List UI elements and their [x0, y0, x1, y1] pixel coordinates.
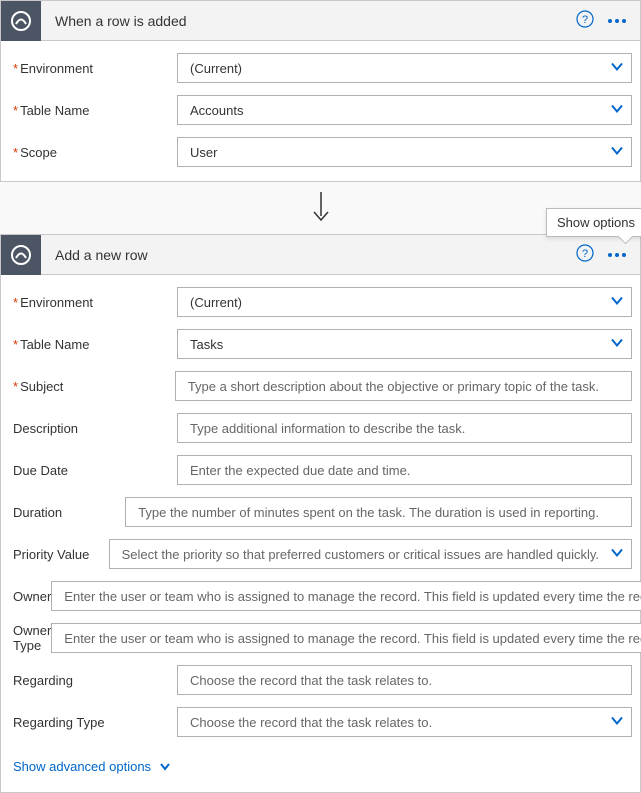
field-label: Table Name — [9, 103, 177, 118]
card-header[interactable]: When a row is added ? — [1, 1, 640, 41]
card-body: Environment (Current) Table Name Tasks S… — [1, 275, 640, 792]
environment-select[interactable]: (Current) — [177, 287, 632, 317]
field-label: Regarding Type — [9, 715, 177, 730]
input-placeholder: Choose the record that the task relates … — [177, 707, 632, 737]
table-name-select[interactable]: Tasks — [177, 329, 632, 359]
field-subject: Subject Type a short description about t… — [9, 371, 632, 401]
card-actions: ? — [562, 10, 640, 31]
help-icon[interactable]: ? — [576, 244, 594, 265]
select-value: User — [177, 137, 632, 167]
field-label: Subject — [9, 379, 175, 394]
field-scope: Scope User — [9, 137, 632, 167]
owner-input[interactable]: Enter the user or team who is assigned t… — [51, 581, 641, 611]
field-label: Table Name — [9, 337, 177, 352]
scope-select[interactable]: User — [177, 137, 632, 167]
table-name-select[interactable]: Accounts — [177, 95, 632, 125]
priority-select[interactable]: Select the priority so that preferred cu… — [109, 539, 632, 569]
owner-type-select[interactable]: Enter the user or team who is assigned t… — [51, 623, 641, 653]
subject-input[interactable]: Type a short description about the objec… — [175, 371, 632, 401]
field-regarding-type: Regarding Type Choose the record that th… — [9, 707, 632, 737]
tooltip-show-options: Show options — [546, 208, 641, 237]
field-environment: Environment (Current) — [9, 287, 632, 317]
input-placeholder: Type additional information to describe … — [177, 413, 632, 443]
flow-arrow — [0, 182, 641, 234]
field-owner: Owner Enter the user or team who is assi… — [9, 581, 632, 611]
field-label: Owner Type — [9, 623, 51, 653]
select-value: (Current) — [177, 287, 632, 317]
field-label: Environment — [9, 61, 177, 76]
regarding-type-select[interactable]: Choose the record that the task relates … — [177, 707, 632, 737]
link-label: Show advanced options — [13, 759, 151, 774]
card-header[interactable]: Add a new row ? Show options — [1, 235, 640, 275]
input-placeholder: Enter the user or team who is assigned t… — [51, 623, 641, 653]
input-placeholder: Enter the user or team who is assigned t… — [51, 581, 641, 611]
field-label: Environment — [9, 295, 177, 310]
field-label: Priority Value — [9, 547, 109, 562]
field-label: Due Date — [9, 463, 177, 478]
field-environment: Environment (Current) — [9, 53, 632, 83]
duration-input[interactable]: Type the number of minutes spent on the … — [125, 497, 632, 527]
trigger-card: When a row is added ? Environment (Curre… — [0, 0, 641, 182]
field-table-name: Table Name Accounts — [9, 95, 632, 125]
svg-text:?: ? — [582, 14, 588, 26]
card-title: Add a new row — [41, 247, 562, 263]
card-actions: ? Show options — [562, 244, 640, 265]
input-placeholder: Choose the record that the task relates … — [177, 665, 632, 695]
field-label: Regarding — [9, 673, 177, 688]
environment-select[interactable]: (Current) — [177, 53, 632, 83]
field-label: Duration — [9, 505, 125, 520]
card-title: When a row is added — [41, 13, 562, 29]
select-value: (Current) — [177, 53, 632, 83]
field-due-date: Due Date Enter the expected due date and… — [9, 455, 632, 485]
input-placeholder: Select the priority so that preferred cu… — [109, 539, 632, 569]
select-value: Tasks — [177, 329, 632, 359]
field-label: Description — [9, 421, 177, 436]
select-value: Accounts — [177, 95, 632, 125]
field-duration: Duration Type the number of minutes spen… — [9, 497, 632, 527]
field-table-name: Table Name Tasks — [9, 329, 632, 359]
input-placeholder: Type the number of minutes spent on the … — [125, 497, 632, 527]
description-input[interactable]: Type additional information to describe … — [177, 413, 632, 443]
input-placeholder: Type a short description about the objec… — [175, 371, 632, 401]
regarding-input[interactable]: Choose the record that the task relates … — [177, 665, 632, 695]
field-owner-type: Owner Type Enter the user or team who is… — [9, 623, 632, 653]
svg-text:?: ? — [582, 248, 588, 260]
dataverse-icon — [1, 1, 41, 41]
field-priority: Priority Value Select the priority so th… — [9, 539, 632, 569]
dataverse-icon — [1, 235, 41, 275]
card-body: Environment (Current) Table Name Account… — [1, 41, 640, 181]
show-advanced-options-link[interactable]: Show advanced options — [9, 749, 632, 778]
field-regarding: Regarding Choose the record that the tas… — [9, 665, 632, 695]
more-icon[interactable] — [608, 253, 626, 257]
field-description: Description Type additional information … — [9, 413, 632, 443]
due-date-input[interactable]: Enter the expected due date and time. — [177, 455, 632, 485]
action-card: Add a new row ? Show options Environment… — [0, 234, 641, 793]
field-label: Owner — [9, 589, 51, 604]
more-icon[interactable] — [608, 19, 626, 23]
input-placeholder: Enter the expected due date and time. — [177, 455, 632, 485]
help-icon[interactable]: ? — [576, 10, 594, 31]
chevron-down-icon — [159, 761, 171, 773]
field-label: Scope — [9, 145, 177, 160]
